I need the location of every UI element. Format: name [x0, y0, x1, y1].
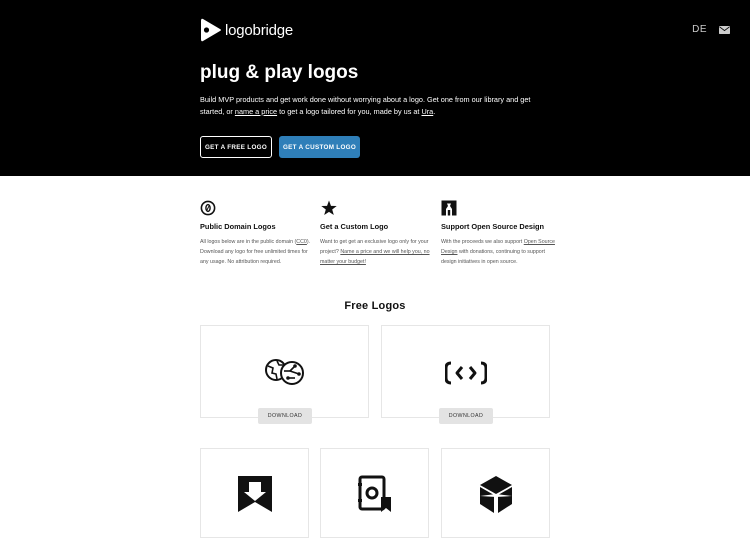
download-button[interactable]: DOWNLOAD: [258, 408, 312, 424]
get-custom-logo-button[interactable]: GET A CUSTOM LOGO: [279, 136, 360, 158]
feature-custom-logo: Get a Custom Logo Want to get get an exc…: [320, 200, 435, 267]
feature-title: Public Domain Logos: [200, 222, 276, 231]
logo-card[interactable]: DOWNLOAD: [381, 325, 550, 424]
get-free-logo-button[interactable]: GET A FREE LOGO: [200, 136, 272, 158]
language-switch-link[interactable]: DE: [692, 24, 707, 35]
open-source-icon: [441, 200, 457, 216]
play-logo-icon: [201, 18, 221, 42]
bookmark-arrow-logo-icon: [237, 476, 272, 512]
hero-lead: Build MVP products and get work done wit…: [200, 95, 531, 116]
code-brackets-logo-icon: [444, 361, 487, 385]
page-title: plug & play logos: [200, 62, 359, 83]
zero-circle-icon: [200, 200, 216, 216]
download-button[interactable]: DOWNLOAD: [439, 408, 493, 424]
logo-card[interactable]: [200, 448, 309, 538]
mail-icon[interactable]: [719, 25, 730, 34]
safe-bookmark-logo-icon: [357, 475, 391, 512]
star-icon: [321, 200, 337, 216]
feature-public-domain: Public Domain Logos All logos below are …: [200, 200, 315, 267]
feature-title: Get a Custom Logo: [320, 222, 389, 231]
ura-link[interactable]: Ura: [421, 107, 433, 116]
hero-section: logobridge plug & play logos Build MVP p…: [0, 0, 750, 176]
globe-pair-logo-icon: [264, 359, 304, 385]
name-a-price-link[interactable]: name a price: [235, 107, 277, 116]
feature-title: Support Open Source Design: [441, 222, 545, 231]
brand-logo[interactable]: logobridge: [200, 17, 293, 43]
feature-open-source: Support Open Source Design With the proc…: [441, 200, 556, 267]
free-logos-heading: Free Logos: [344, 300, 406, 312]
logo-card[interactable]: [320, 448, 429, 538]
feature-desc: With the proceeds we also support Open S…: [441, 239, 555, 265]
brand-name: logobridge: [225, 21, 294, 39]
logo-card[interactable]: [441, 448, 550, 538]
logo-card[interactable]: DOWNLOAD: [200, 325, 369, 424]
feature-desc: Want to get get an exclusive logo only f…: [320, 239, 430, 265]
cc0-link[interactable]: CC0: [296, 239, 307, 245]
hexagon-cube-logo-icon: [479, 476, 512, 513]
feature-desc: All logos below are in the public domain…: [200, 239, 311, 265]
